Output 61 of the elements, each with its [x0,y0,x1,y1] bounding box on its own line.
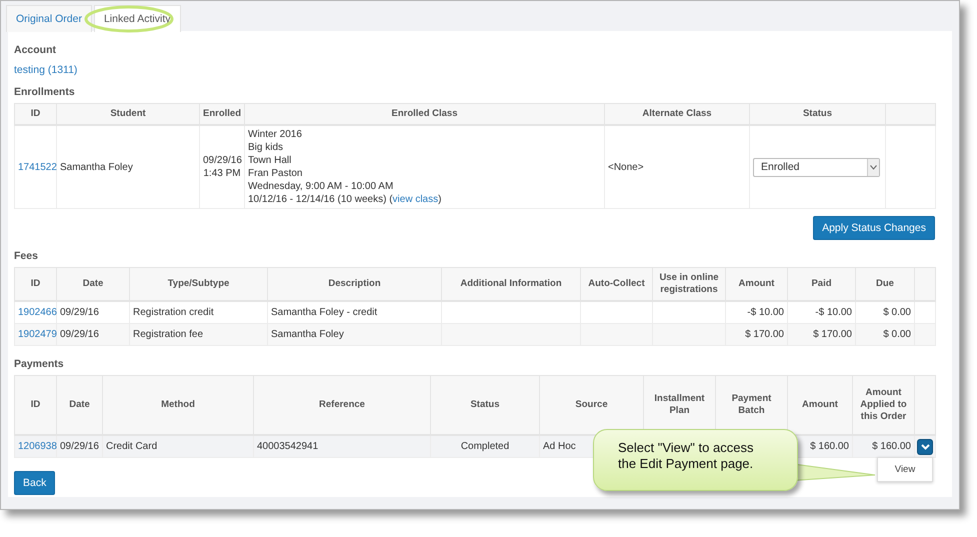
section-heading: Payments [14,358,65,370]
table-cell: Samantha Foley [268,324,442,346]
callout: Select "View" to access the Edit Payment page. [593,429,798,491]
column-header: Student [56,104,200,125]
column-header: Use in online registrations [652,268,726,301]
column-header: ID [14,104,56,125]
column-header: Date [56,268,130,301]
apply-status-button[interactable]: Apply Status Changes [813,216,935,240]
table-cell: <None> [604,125,750,208]
column-header: Source [540,376,644,435]
back-button[interactable]: Back [14,471,56,495]
enrolled-date: 1:43 PM [203,167,241,180]
table-cell: $ 170.00 [788,324,856,346]
chevron-down-icon [920,444,930,450]
column-header: Amount Applied to this Order [852,376,914,435]
class-detail: Big kids [248,141,284,154]
table-cell: $ 160.00 [852,435,914,458]
column-header: Amount [788,376,852,435]
class-schedule: 10/12/16 - 12/14/16 (10 weeks) (view class) [248,193,442,206]
column-header: ID [14,268,56,301]
column-header: Amount [726,268,788,301]
column-header: Enrolled Class [244,104,604,125]
column-header: Method [102,376,254,435]
table-cell: Registration fee [130,324,268,346]
column-header: Status [430,376,540,435]
enrolled-date: 09/29/16 [203,154,241,167]
column-header: Date [56,376,102,435]
table-cell: Completed [430,435,540,458]
column-header: Additional Information [442,268,580,301]
caret-icon [870,164,877,170]
column-header: Alternate Class [604,104,750,125]
class-detail: Town Hall [248,154,292,167]
column-header: Type/Subtype [130,268,268,301]
table-cell: $ 170.00 [726,324,788,346]
menu-item[interactable]: View [878,458,932,481]
class-detail: Winter 2016 [248,128,303,141]
account-link[interactable]: testing (1311) [14,64,78,76]
table-cell: $ 0.00 [856,324,914,346]
dropdown-button[interactable] [918,440,932,454]
table-cell: 40003542941 [254,435,430,458]
status-select[interactable]: Enrolled [753,158,880,176]
section-heading: Enrollments [14,86,76,98]
column-header: Paid [788,268,856,301]
view-class-link[interactable]: view class [392,194,438,205]
column-header: Auto-Collect [580,268,652,301]
section-heading: Account [14,44,57,56]
class-detail: Fran Paston [248,167,304,180]
column-header: Description [268,268,442,301]
column-header: Status [750,104,886,125]
column-header: Reference [254,376,430,435]
class-detail: Wednesday, 9:00 AM - 10:00 AM [248,180,394,193]
column-header: Enrolled [200,104,244,125]
column-header: Due [856,268,914,301]
table-cell: 09/29/16 [56,324,130,346]
table-cell: 09/29/16 [56,435,102,458]
id-link[interactable]: 1741522 [18,162,57,172]
table-cell: Credit Card [102,435,254,458]
column-header: ID [14,376,56,435]
table-cell: Samantha Foley [56,125,200,208]
section-heading: Fees [14,250,39,262]
tab[interactable]: Original Order [6,5,92,32]
